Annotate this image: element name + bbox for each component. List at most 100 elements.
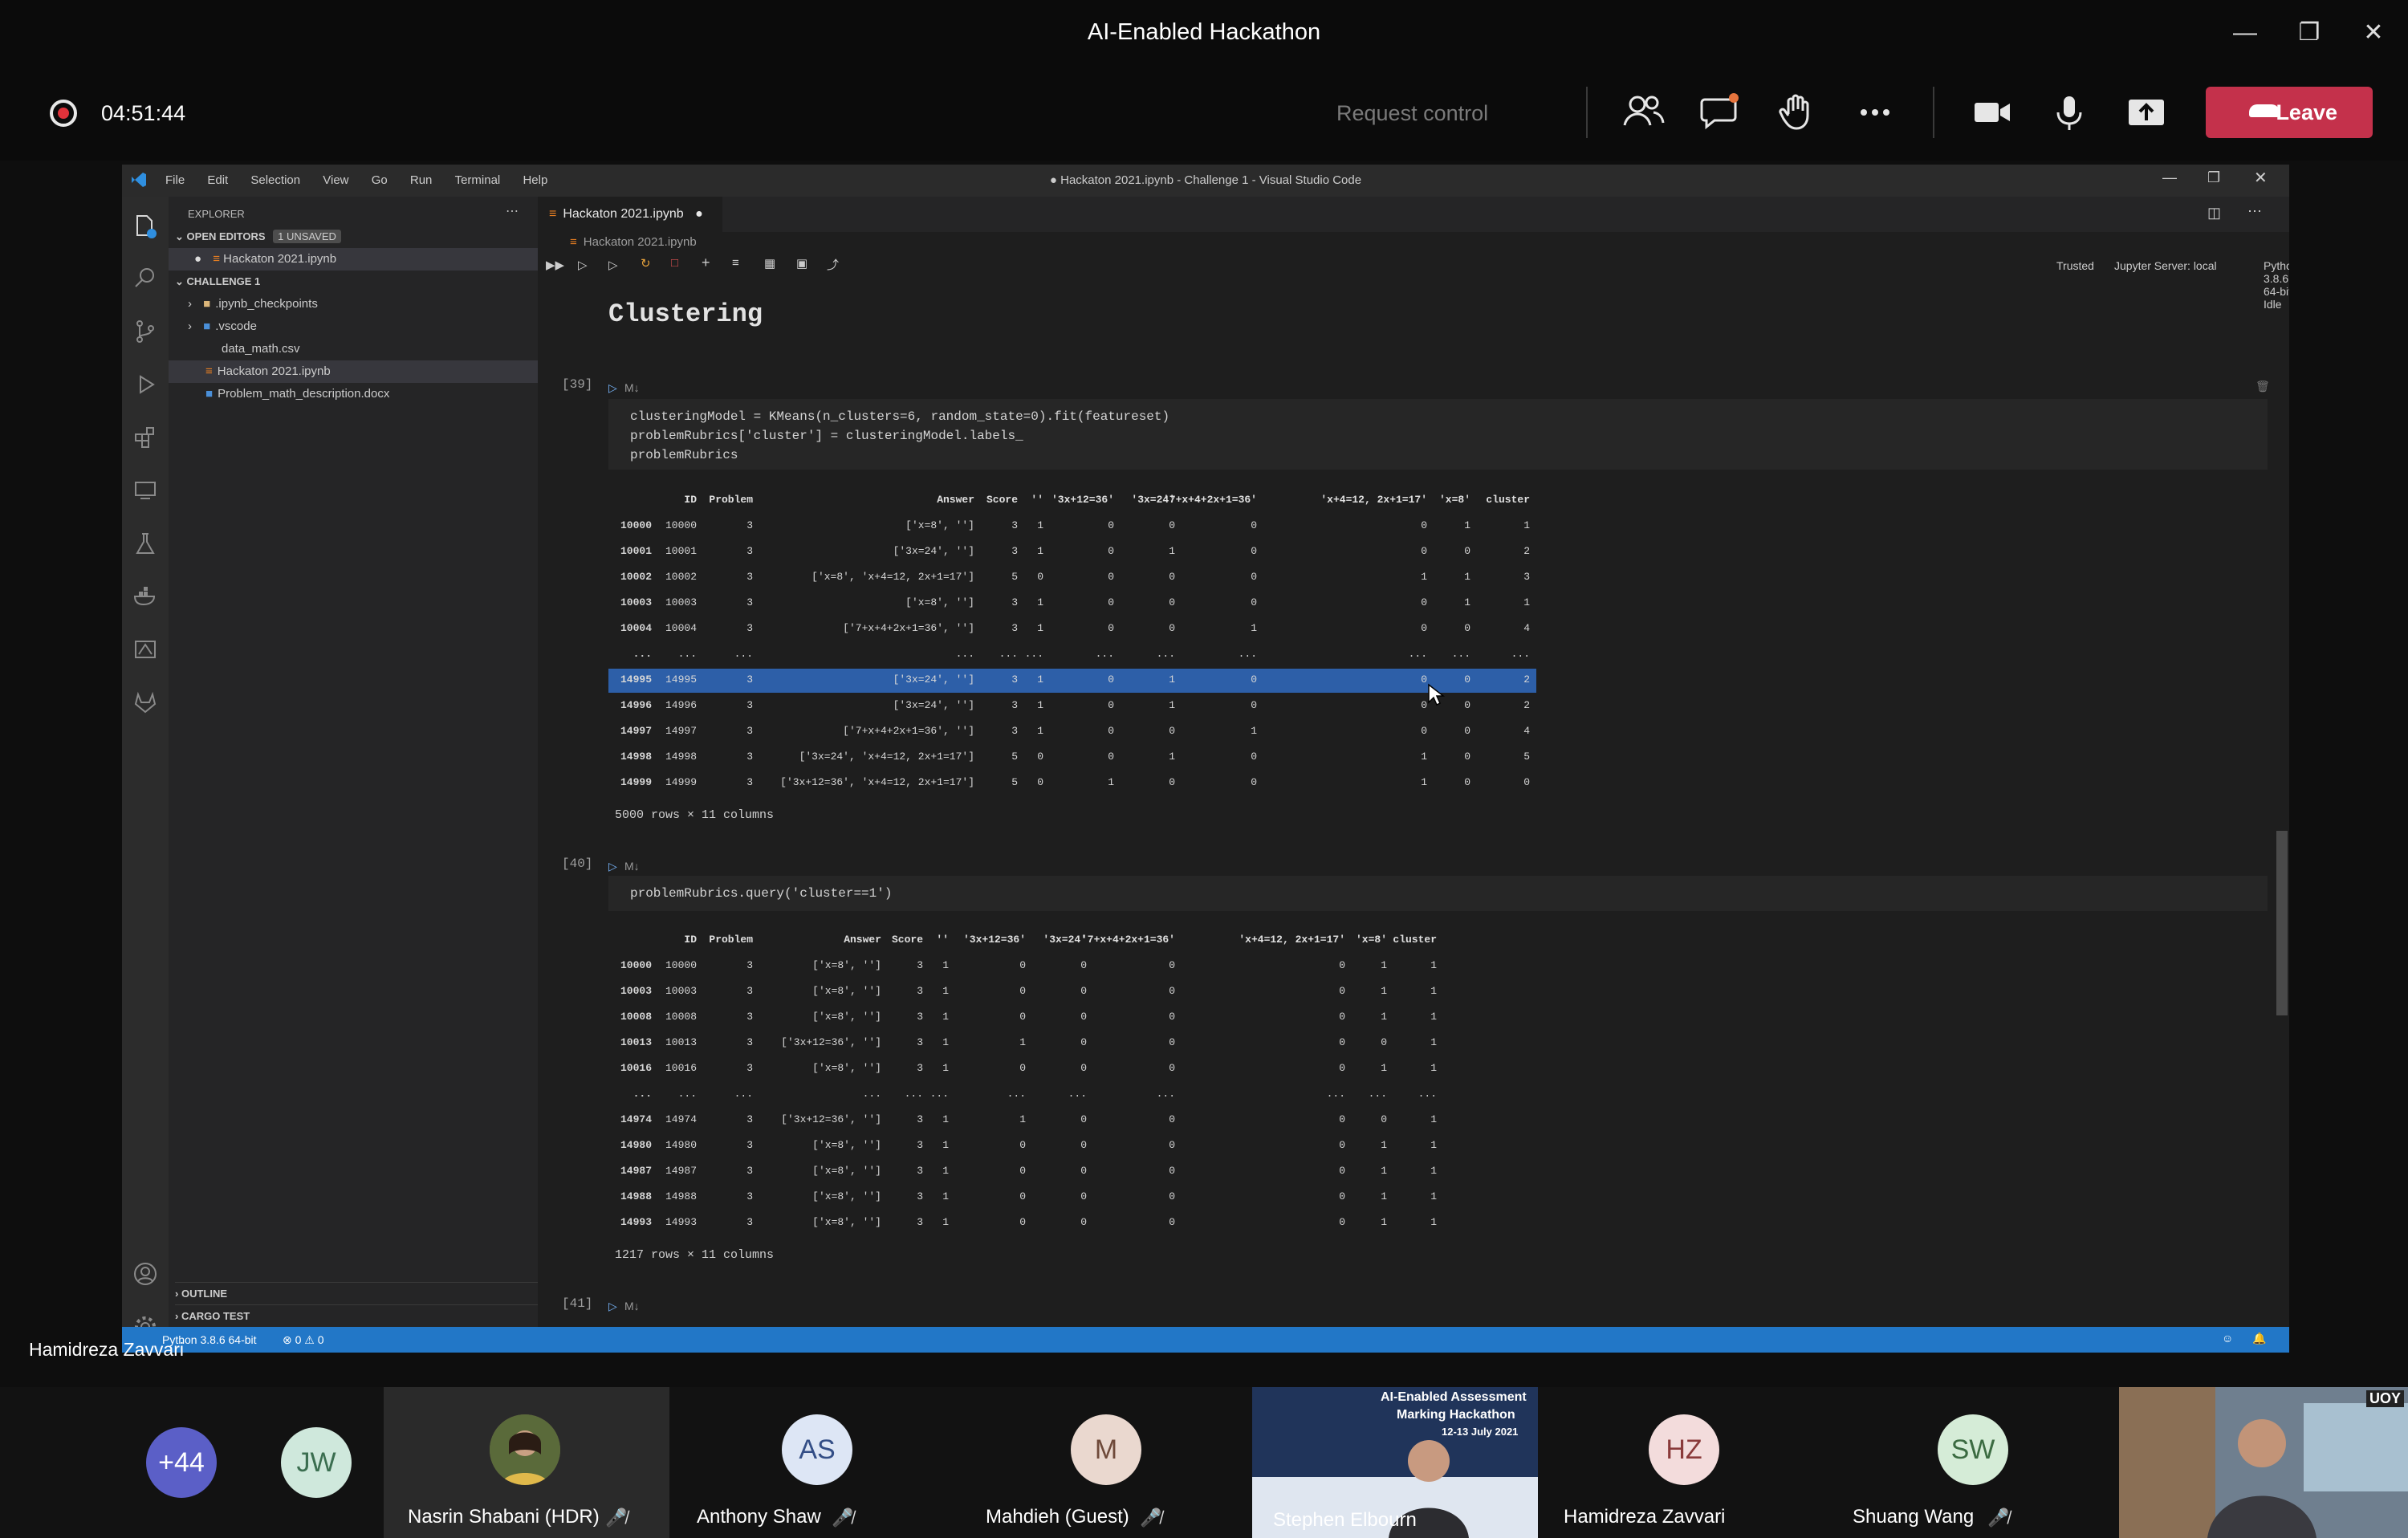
participant-video-tile[interactable]: UOY <box>2119 1387 2408 1538</box>
code-cell[interactable]: clusteringModel = KMeans(n_clusters=6, r… <box>608 399 2268 470</box>
outline-section[interactable]: › OUTLINE <box>175 1282 544 1305</box>
file-tree-item[interactable]: data_math.csv <box>169 338 538 360</box>
folder-icon: ■ <box>203 297 211 311</box>
cargo-section[interactable]: › CARGO TEST <box>175 1304 544 1328</box>
open-editors-section[interactable]: ⌄ OPEN EDITORS 1 UNSAVED <box>175 226 544 248</box>
add-cell-icon[interactable]: + <box>702 254 710 271</box>
clear-outputs-icon[interactable]: ≡ <box>732 256 739 270</box>
cell-language[interactable]: M↓ <box>624 381 640 394</box>
cell-language[interactable]: M↓ <box>624 860 640 873</box>
row-index: 10013 <box>620 1036 652 1048</box>
table-cell: ['x=8', 'x+4=12, 2x+1=17'] <box>811 571 974 583</box>
run-all-icon[interactable]: ▶▶ <box>546 258 564 272</box>
explorer-icon[interactable] <box>132 213 158 238</box>
explorer-more-icon[interactable]: ⋯ <box>506 203 519 219</box>
table-cell: 1 <box>1421 776 1427 788</box>
run-debug-icon[interactable] <box>132 372 158 397</box>
file-tree-item[interactable]: › ■ .vscode <box>169 315 538 338</box>
split-editor-icon[interactable]: ◫ <box>2207 205 2221 222</box>
overflow-count[interactable]: +44 <box>146 1427 217 1498</box>
participant-tile[interactable]: AS Anthony Shaw 🎤̸ <box>674 1387 960 1538</box>
jupyter-server-label[interactable]: Jupyter Server: local <box>2114 259 2217 272</box>
minimize-icon[interactable]: — <box>2225 13 2265 53</box>
camera-icon[interactable] <box>1968 90 2016 135</box>
chat-icon[interactable] <box>1697 90 1745 135</box>
participant-tile[interactable]: M Mahdieh (Guest) 🎤̸ <box>963 1387 1249 1538</box>
column-header: '3x+12=36' <box>962 934 1026 946</box>
folder-section[interactable]: ⌄ CHALLENGE 1 <box>175 271 544 293</box>
unsaved-dot-icon[interactable]: ● <box>695 207 703 221</box>
file-tree-item[interactable]: › ■ .ipynb_checkpoints <box>169 293 538 315</box>
close-icon[interactable]: ✕ <box>2353 13 2394 53</box>
remote-explorer-icon[interactable] <box>132 478 158 503</box>
table-cell: 1 <box>1251 725 1257 737</box>
more-options-icon[interactable] <box>1851 90 1899 135</box>
code-cell[interactable]: problemRubrics.query('cluster==1') <box>608 876 2268 911</box>
run-below-icon[interactable]: ▷ <box>608 258 618 272</box>
participant-tile[interactable]: Nasrin Shabani (HDR) 🎤̸ <box>384 1387 669 1538</box>
account-icon[interactable] <box>132 1261 158 1287</box>
source-control-icon[interactable] <box>132 319 158 344</box>
variables-icon[interactable]: ▦ <box>764 256 775 271</box>
search-icon[interactable] <box>132 266 158 291</box>
participant-tile[interactable]: HZ Hamidreza Zavvari <box>1541 1387 1827 1538</box>
row-index: 10000 <box>620 519 652 531</box>
participant-video-tile[interactable]: AI-Enabled Assessment Marking Hackathon … <box>1252 1387 1538 1538</box>
vscode-minimize-icon[interactable]: — <box>2162 169 2177 186</box>
explorer-header: EXPLORER <box>188 208 245 220</box>
microphone-icon[interactable] <box>2045 90 2093 135</box>
raise-hand-icon[interactable] <box>1774 90 1822 135</box>
table-cell: 3 <box>917 1216 923 1228</box>
activity-bar <box>122 197 169 1353</box>
run-cell-icon[interactable]: ▷ <box>608 381 620 395</box>
table-cell: 14999 <box>665 776 697 788</box>
kernel-label[interactable]: Python 3.8.6 64-bit: Idle <box>2264 259 2289 311</box>
run-cell-icon[interactable]: ▷ <box>608 1300 617 1313</box>
vscode-close-icon[interactable]: ✕ <box>2254 168 2268 188</box>
leave-button[interactable]: Leave <box>2206 87 2373 138</box>
file-tree-item-active[interactable]: ≡ Hackaton 2021.ipynb <box>169 360 538 383</box>
participants-icon[interactable] <box>1620 90 1668 135</box>
table-cell: 1 <box>1381 1062 1387 1074</box>
azure-icon[interactable] <box>132 637 158 662</box>
banner-date: 12-13 July 2021 <box>1442 1426 1519 1438</box>
feedback-icon[interactable]: ☺ <box>2222 1332 2233 1345</box>
cell-language[interactable]: M↓ <box>624 1300 640 1312</box>
extensions-icon[interactable] <box>132 425 158 450</box>
run-above-icon[interactable]: ▷ <box>578 258 588 272</box>
chevron-down-icon: ⌄ <box>175 275 184 287</box>
table-cell: 1 <box>1169 545 1175 557</box>
trusted-label[interactable]: Trusted <box>2056 259 2094 272</box>
code-line: clusteringModel = KMeans(n_clusters=6, r… <box>630 409 1170 424</box>
table-cell: ['7+x+4+2x+1=36', ''] <box>843 622 974 634</box>
table-cell: 1 <box>1037 545 1043 557</box>
tab-hackaton-notebook[interactable]: ≡ Hackaton 2021.ipynb ● <box>538 197 722 232</box>
section-heading: Clustering <box>608 299 763 329</box>
gitlab-icon[interactable] <box>132 690 158 715</box>
testing-icon[interactable] <box>132 531 158 556</box>
breadcrumb[interactable]: ≡ Hackaton 2021.ipynb <box>570 235 697 249</box>
table-cell: 0 <box>1251 571 1257 583</box>
restart-kernel-icon[interactable]: ↻ <box>641 256 651 271</box>
editor-scrollbar[interactable] <box>2276 831 2288 1015</box>
restore-icon[interactable]: ❐ <box>2289 13 2329 53</box>
run-cell-icon[interactable]: ▷ <box>608 860 617 873</box>
problems-count[interactable]: ⊗ 0 ⚠ 0 <box>283 1333 324 1347</box>
delete-cell-icon[interactable]: 🗑 <box>2255 380 2270 393</box>
table-cell: 1 <box>1430 1216 1437 1228</box>
interrupt-kernel-icon[interactable]: □ <box>671 256 678 270</box>
participant-tile[interactable]: SW Shuang Wang 🎤̸ <box>1830 1387 2116 1538</box>
docker-icon[interactable] <box>132 584 158 609</box>
table-cell: 1 <box>1381 1011 1387 1023</box>
open-editor-item[interactable]: ● ≡ Hackaton 2021.ipynb <box>169 248 538 271</box>
notifications-icon[interactable]: 🔔 <box>2252 1332 2266 1345</box>
export-icon[interactable]: ⤴ <box>827 256 839 273</box>
column-header: '7+x+4+2x+1=36' <box>1162 494 1257 506</box>
save-icon[interactable]: ▣ <box>796 256 807 271</box>
table-cell: 14980 <box>665 1139 697 1151</box>
vscode-restore-icon[interactable]: ❐ <box>2207 169 2220 186</box>
request-control-button[interactable]: Request control <box>1336 98 1488 128</box>
editor-more-icon[interactable]: ⋯ <box>2247 203 2262 220</box>
share-screen-icon[interactable] <box>2122 90 2170 135</box>
file-tree-item[interactable]: ■ Problem_math_description.docx <box>169 383 538 405</box>
